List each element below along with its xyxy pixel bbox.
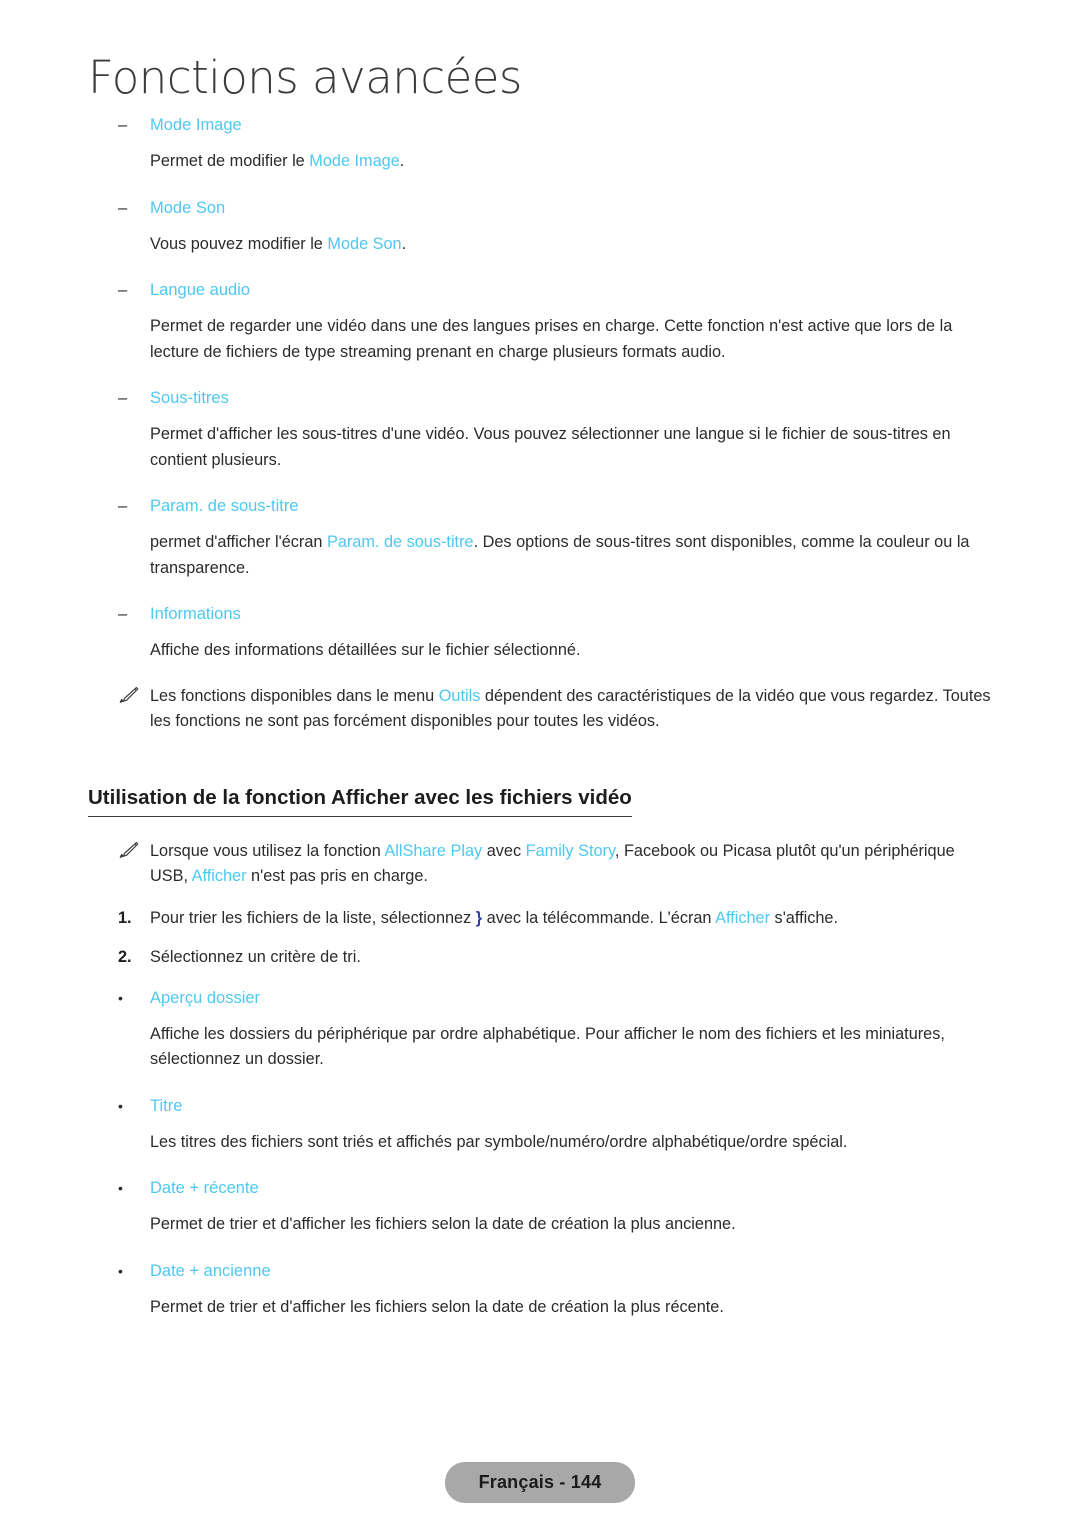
tool-option-label[interactable]: Param. de sous-titre	[150, 493, 299, 519]
sort-option-label[interactable]: Titre	[150, 1093, 182, 1119]
tool-option-item[interactable]: Langue audio	[0, 277, 1080, 303]
note-tools-text: Les fonctions disponibles dans le menu O…	[150, 687, 991, 731]
page-number-badge: Français - 144	[444, 1462, 636, 1503]
sort-option-description: Les titres des fichiers sont triés et af…	[0, 1130, 1080, 1156]
sort-option-label[interactable]: Aperçu dossier	[150, 985, 260, 1011]
sort-option-item[interactable]: Aperçu dossier	[0, 985, 1080, 1011]
bullet-dot-icon	[118, 1175, 138, 1201]
tool-option-description: Affiche des informations détaillées sur …	[0, 638, 1080, 664]
pencil-icon	[119, 686, 141, 706]
sort-option-description: Affiche les dossiers du périphérique par…	[0, 1022, 1080, 1073]
bullet-dash-icon	[118, 112, 138, 138]
step-item: 1. Pour trier les fichiers de la liste, s…	[0, 906, 1080, 932]
steps-list: 1. Pour trier les fichiers de la liste, s…	[0, 906, 1080, 971]
inline-text: Sélectionnez un critère de tri.	[150, 948, 361, 966]
inline-text: Permet d'afficher les sous-titres d'une …	[150, 425, 951, 469]
inline-text: Vous pouvez modifier le	[150, 234, 328, 253]
sort-option-description: Permet de trier et d'afficher les fichie…	[0, 1295, 1080, 1321]
tool-option-item[interactable]: Informations	[0, 601, 1080, 627]
inline-text: Permet de trier et d'afficher les fichie…	[150, 1297, 724, 1316]
bullet-dash-icon	[118, 195, 138, 221]
inline-text: avec la télécommande. L'écran	[482, 908, 716, 927]
tool-option-item[interactable]: Sous-titres	[0, 385, 1080, 411]
step-item: 2. Sélectionnez un critère de tri.	[0, 945, 1080, 971]
page-footer: Français - 144	[0, 1462, 1080, 1503]
tool-option-label[interactable]: Langue audio	[150, 277, 250, 303]
tool-option-item[interactable]: Param. de sous-titre	[0, 493, 1080, 519]
inline-menu-link[interactable]: AllShare Play	[384, 842, 482, 860]
inline-text: avec	[482, 841, 526, 860]
inline-text: Permet de regarder une vidéo dans une de…	[150, 317, 953, 361]
bullet-dash-icon	[118, 601, 138, 627]
step-number: 2.	[118, 948, 132, 966]
inline-text: Affiche des informations détaillées sur …	[150, 641, 581, 659]
tool-option-item[interactable]: Mode Image	[0, 112, 1080, 138]
tool-options-list: Mode ImagePermet de modifier le Mode Ima…	[0, 112, 1080, 664]
sort-options-list: Aperçu dossier Affiche les dossiers du pé…	[0, 985, 1080, 1321]
note-tools: Les fonctions disponibles dans le menu O…	[0, 684, 1080, 735]
inline-text: Lorsque vous utilisez la fonction	[150, 841, 385, 860]
inline-text: Les titres des fichiers sont triés et af…	[150, 1132, 848, 1151]
tool-option-label[interactable]: Mode Image	[150, 112, 242, 138]
inline-menu-link[interactable]: Family Story	[526, 842, 615, 860]
step-number: 1.	[118, 908, 132, 927]
bullet-dot-icon	[118, 985, 138, 1011]
note-allshare-text: Lorsque vous utilisez la fonction AllSha…	[150, 842, 955, 886]
inline-menu-link[interactable]: Afficher	[192, 867, 247, 885]
tool-option-description: permet d'afficher l'écran Param. de sous…	[0, 530, 1080, 581]
inline-text: Permet de trier et d'afficher les fichie…	[150, 1215, 736, 1233]
sort-option-item[interactable]: Date + ancienne	[0, 1258, 1080, 1284]
bullet-dash-icon	[118, 385, 138, 411]
tool-option-description: Permet d'afficher les sous-titres d'une …	[0, 422, 1080, 473]
bullet-dot-icon	[118, 1093, 138, 1119]
inline-menu-link[interactable]: Outils	[439, 687, 481, 705]
bullet-dash-icon	[118, 493, 138, 519]
inline-text: .	[399, 152, 405, 170]
tool-option-label[interactable]: Mode Son	[150, 195, 225, 221]
inline-text: Les fonctions disponibles dans le menu	[150, 686, 439, 705]
inline-menu-link[interactable]: Mode Son	[327, 235, 401, 253]
tool-option-label[interactable]: Sous-titres	[150, 385, 229, 411]
pencil-icon	[119, 841, 141, 861]
bullet-dash-icon	[118, 277, 138, 303]
inline-text: .	[401, 234, 407, 253]
sort-option-item[interactable]: Titre	[0, 1093, 1080, 1119]
section-heading-wrap: Utilisation de la fonction Afficher avec…	[0, 751, 1080, 825]
page-content: Mode ImagePermet de modifier le Mode Ima…	[0, 112, 1080, 1340]
step-text: Pour trier les fichiers de la liste, sél…	[150, 909, 838, 927]
inline-text: Affiche les dossiers du périphérique par…	[150, 1024, 945, 1069]
inline-text: s'affiche.	[770, 908, 839, 927]
inline-text: n'est pas pris en charge.	[246, 867, 428, 885]
tool-option-label[interactable]: Informations	[150, 601, 241, 627]
sort-option-label[interactable]: Date + récente	[150, 1175, 259, 1201]
page-title: Fonctions avancées	[88, 51, 522, 104]
inline-menu-link[interactable]: Afficher	[715, 909, 770, 927]
inline-text: Pour trier les fichiers de la liste, sél…	[150, 908, 476, 927]
step-text: Sélectionnez un critère de tri.	[150, 948, 361, 966]
tool-option-description: Permet de regarder une vidéo dans une de…	[0, 314, 1080, 365]
manual-page: Fonctions avancées Mode ImagePermet de m…	[0, 0, 1080, 1534]
sort-option-description: Permet de trier et d'afficher les fichie…	[0, 1212, 1080, 1238]
sort-option-label[interactable]: Date + ancienne	[150, 1258, 271, 1284]
inline-menu-link[interactable]: Mode Image	[309, 152, 400, 170]
tool-option-description: Vous pouvez modifier le Mode Son.	[0, 232, 1080, 258]
inline-menu-link[interactable]: Param. de sous-titre	[327, 533, 474, 551]
inline-text: Permet de modifier le	[150, 152, 310, 170]
section-heading: Utilisation de la fonction Afficher avec…	[88, 785, 632, 817]
sort-option-item[interactable]: Date + récente	[0, 1175, 1080, 1201]
note-allshare: Lorsque vous utilisez la fonction AllSha…	[0, 839, 1080, 890]
inline-text: permet d'afficher l'écran	[150, 533, 327, 551]
tool-option-item[interactable]: Mode Son	[0, 195, 1080, 221]
bullet-dot-icon	[118, 1258, 138, 1284]
tool-option-description: Permet de modifier le Mode Image.	[0, 149, 1080, 175]
